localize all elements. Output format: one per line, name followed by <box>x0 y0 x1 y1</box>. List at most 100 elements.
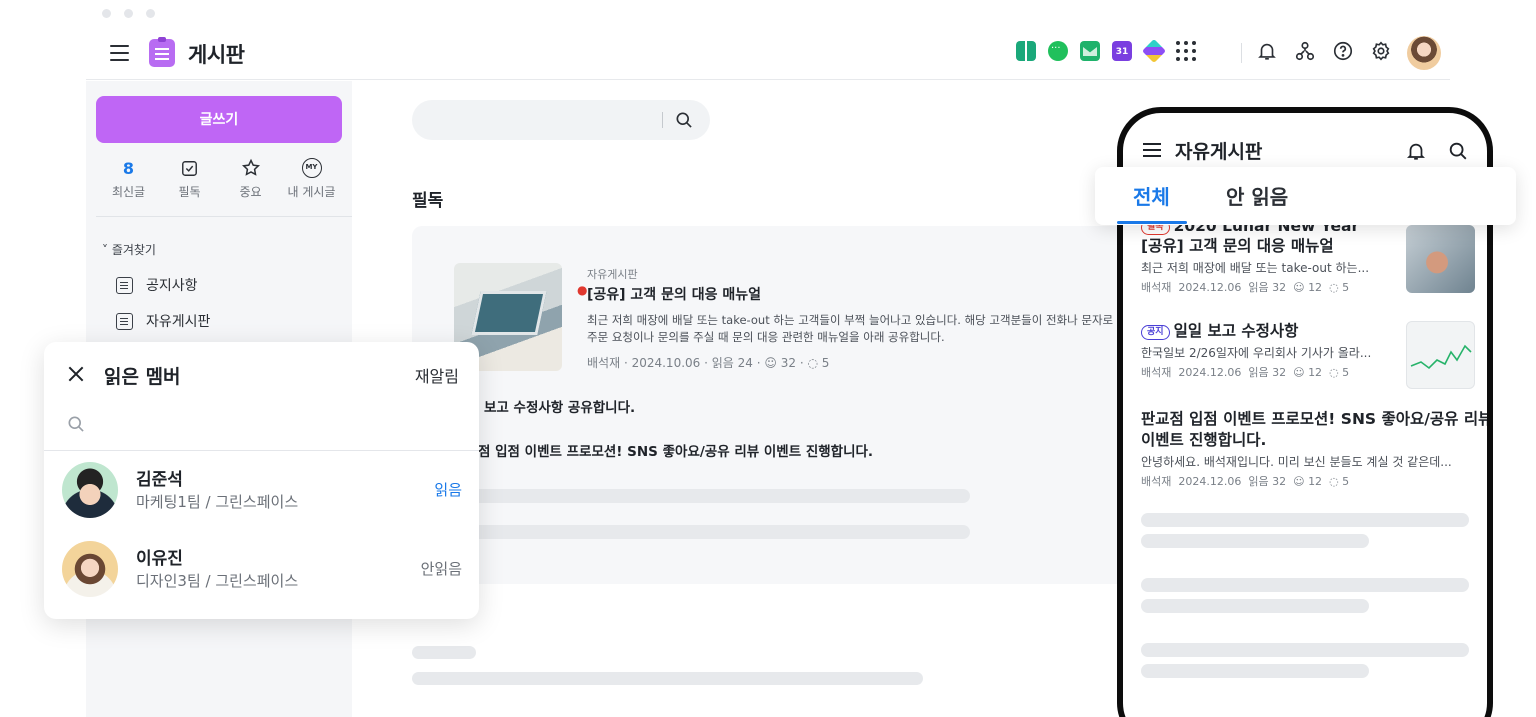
skeleton-line <box>1141 643 1469 657</box>
skeleton-line <box>412 646 476 659</box>
post-thumbnail <box>1406 321 1475 389</box>
skeleton-line <box>1141 513 1469 527</box>
bell-icon[interactable] <box>1256 40 1278 62</box>
my-icon: MY <box>301 158 322 178</box>
tab-bar: 전체 안 읽음 <box>1095 167 1516 225</box>
menu-icon[interactable] <box>110 45 129 61</box>
mobile-title: 자유게시판 <box>1175 141 1263 163</box>
quick-filters: 8 최신글 필독 중요 MY 내 게시글 <box>98 157 342 200</box>
chart-thumbnail-icon <box>1410 344 1472 370</box>
search-icon[interactable] <box>674 110 694 130</box>
help-icon[interactable] <box>1332 40 1354 62</box>
search-input[interactable] <box>412 100 710 140</box>
avatar <box>62 541 118 597</box>
post-board-name: 자유게시판 <box>587 268 638 281</box>
quick-label: 중요 <box>239 185 262 199</box>
drive-icon[interactable] <box>1141 38 1167 64</box>
close-icon[interactable] <box>66 364 86 384</box>
app-header: 게시판 31 <box>86 28 1450 80</box>
app-title: 게시판 <box>188 43 245 67</box>
sidebar-item-label: 자유게시판 <box>146 314 211 330</box>
comment-icon: ◌ <box>1329 475 1339 488</box>
all-apps-icon[interactable] <box>1176 41 1196 61</box>
member-team: 디자인3팀 / 그린스페이스 <box>136 572 299 590</box>
write-button[interactable]: 글쓰기 <box>96 96 342 143</box>
section-title: 필독 <box>412 191 444 211</box>
sidebar-item-label: 공지사항 <box>146 278 198 294</box>
window-dot[interactable] <box>102 9 111 18</box>
post-title: 판교점 입점 이벤트 프로모션! SNS 좋아요/공유 리뷰 <box>1141 410 1493 428</box>
comment-icon: ◌ <box>1329 281 1339 294</box>
header-actions <box>1256 40 1392 62</box>
unread-dot: ● <box>577 283 588 297</box>
star-icon <box>241 158 260 176</box>
reaction-icon: ☺ <box>764 356 777 370</box>
tab-all[interactable]: 전체 <box>1133 181 1170 210</box>
mobile-post[interactable]: 판교점 입점 이벤트 프로모션! SNS 좋아요/공유 리뷰 이벤트 진행합니다… <box>1141 409 1493 489</box>
chat-icon[interactable] <box>1048 41 1068 61</box>
mail-icon[interactable] <box>1080 41 1100 61</box>
gear-icon[interactable] <box>1370 40 1392 62</box>
member-row[interactable]: 김준석 마케팅1팀 / 그린스페이스 읽음 <box>62 462 462 522</box>
page: 게시판 31 글쓰기 8 최신글 필독 <box>0 0 1536 717</box>
quick-my-posts[interactable]: MY 내 게시글 <box>281 157 342 200</box>
reaction-icon: ☺ <box>1293 366 1305 379</box>
skeleton-line <box>1141 578 1469 592</box>
tab-unread[interactable]: 안 읽음 <box>1226 181 1288 210</box>
post-title[interactable]: ● [공유] 고객 문의 대응 매뉴얼 <box>577 283 761 304</box>
bell-icon[interactable] <box>1405 140 1427 162</box>
org-chart-icon[interactable] <box>1294 40 1316 62</box>
member-name: 김준석 <box>136 470 183 490</box>
window-dot[interactable] <box>146 9 155 18</box>
active-tab-indicator <box>1117 221 1187 224</box>
member-row[interactable]: 이유진 디자인3팀 / 그린스페이스 안읽음 <box>62 541 462 601</box>
works-icon[interactable] <box>1016 41 1036 61</box>
window-dot[interactable] <box>124 9 133 18</box>
post-title-cont: 이벤트 진행합니다. <box>1141 431 1267 449</box>
post-excerpt: 최근 저희 매장에 배달 또는 take-out 하는 고객들이 부쩍 늘어나고… <box>587 313 1114 344</box>
favorites-toggle[interactable]: ˅ 즐겨찾기 <box>102 241 156 258</box>
skeleton-line <box>412 672 923 685</box>
mobile-post[interactable]: 필독 2020 Lunar New Year [공유] 고객 문의 대응 매뉴얼 … <box>1141 219 1475 295</box>
header-divider <box>1241 43 1242 63</box>
comment-icon: ◌ <box>1329 366 1339 379</box>
skeleton-line <box>1141 599 1369 613</box>
popup-title: 읽은 멤버 <box>104 366 181 388</box>
post-list-item[interactable]: 점 입점 이벤트 프로모션! SNS 좋아요/공유 리뷰 이벤트 진행합니다. <box>478 440 873 460</box>
skeleton-line <box>1141 664 1369 678</box>
read-status: 안읽음 <box>420 560 462 578</box>
post-thumbnail <box>1406 225 1475 293</box>
quick-label: 최신글 <box>111 185 146 199</box>
popup-divider <box>44 450 479 451</box>
post-meta: 배석재 2024.12.06 읽음 32 ☺ 12 ◌ 5 <box>1141 475 1350 488</box>
post-excerpt: 안녕하세요. 배석재입니다. 미리 보신 분들도 계실 것 같은데... <box>1141 455 1452 469</box>
calendar-icon[interactable]: 31 <box>1112 41 1132 61</box>
skeleton-line <box>472 489 970 503</box>
window-controls <box>102 9 155 18</box>
search-icon <box>68 416 84 432</box>
menu-icon[interactable] <box>1143 143 1161 158</box>
search-icon[interactable] <box>1447 140 1469 162</box>
avatar <box>62 462 118 518</box>
mobile-post[interactable]: 공지 일일 보고 수정사항 한국일보 2/26일자에 우리회사 기사가 올라...… <box>1141 321 1475 389</box>
post-list-item[interactable]: 보고 수정사항 공유합니다. <box>484 396 635 416</box>
latest-count: 8 <box>122 158 135 178</box>
app-launcher: 31 <box>1016 38 1196 64</box>
skeleton-line <box>1141 534 1369 548</box>
sidebar-item-free-board[interactable]: 자유게시판 <box>116 311 210 331</box>
badge: 공지 <box>1141 325 1170 340</box>
quick-latest[interactable]: 8 최신글 <box>98 157 159 200</box>
reaction-icon: ☺ <box>1293 281 1305 294</box>
board-app-icon <box>149 37 175 67</box>
read-status: 읽음 <box>434 481 462 499</box>
search-divider <box>662 112 663 128</box>
quick-important[interactable]: 중요 <box>220 157 281 200</box>
remind-button[interactable]: 재알림 <box>415 363 459 387</box>
quick-must-read[interactable]: 필독 <box>159 157 220 200</box>
sidebar-item-notice[interactable]: 공지사항 <box>116 275 198 295</box>
quick-label: 필독 <box>178 185 201 199</box>
document-icon <box>116 276 133 294</box>
member-search-input[interactable] <box>66 414 466 438</box>
user-avatar[interactable] <box>1407 36 1441 70</box>
sidebar-divider <box>96 216 352 217</box>
